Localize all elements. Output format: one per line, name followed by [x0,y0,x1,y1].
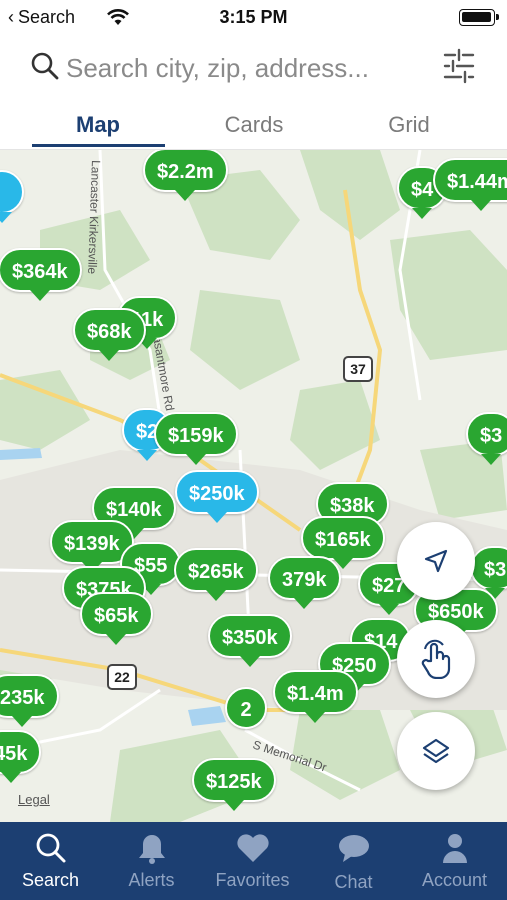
price-pin[interactable]: $350k [208,614,292,667]
route-shield-22: 22 [107,664,137,690]
price-pin[interactable]: $125k [192,758,276,811]
heart-icon [236,834,269,862]
nav-search-label: Search [21,870,80,890]
nav-account[interactable]: Account [404,822,505,900]
price-pin[interactable]: $65k [80,592,153,645]
nav-search[interactable]: Search [0,822,101,900]
hand-pointer-icon [421,639,451,679]
tab-grid[interactable]: Grid [343,112,475,138]
price-pin[interactable]: $1.44m [433,158,507,211]
search-icon [36,833,65,863]
bottom-navigation: Search Alerts Favorites Chat Account [0,822,507,900]
chat-icon [338,835,369,862]
clock: 3:15 PM [219,7,288,27]
search-bar [0,36,507,98]
search-input[interactable] [66,48,426,88]
bell-icon [138,835,165,864]
route-shield-37: 37 [343,356,373,382]
battery-icon [459,9,499,26]
tab-map[interactable]: Map [32,112,164,138]
draw-search-button[interactable] [397,620,475,698]
cluster-pin[interactable]: 2 [225,687,267,729]
legal-link[interactable]: Legal [18,792,50,807]
nav-alerts-label: Alerts [128,870,175,890]
tab-cards[interactable]: Cards [188,112,320,138]
nav-alerts[interactable]: Alerts [101,822,202,900]
filter-sliders-icon[interactable] [443,48,475,84]
road-label-lancaster: Lancaster Kirkersville [85,160,103,275]
price-pin[interactable]: $265k [174,548,258,601]
nav-chat-label: Chat [334,872,373,892]
map-view[interactable]: Lancaster Kirkersville Pleasantmore Rd S… [0,150,507,822]
price-pin[interactable]: 235k [0,674,59,727]
map-layers-button[interactable] [397,712,475,790]
nav-favorites[interactable]: Favorites [202,822,303,900]
price-pin[interactable]: $3 [470,546,507,599]
price-pin[interactable]: 379k [268,556,341,609]
price-pin[interactable]: $165k [301,516,385,569]
price-pin[interactable]: $3 [466,412,507,465]
location-arrow-icon [424,549,448,573]
price-pin[interactable]: $1.4m [273,670,358,723]
active-tab-indicator [32,144,165,147]
nav-account-label: Account [421,870,488,890]
price-pin[interactable]: $250k [175,470,259,523]
price-pin[interactable]: $159k [154,412,238,465]
search-icon [31,52,59,80]
price-pin[interactable]: $68k [73,308,146,361]
layers-icon [422,738,450,764]
locate-me-button[interactable] [397,522,475,600]
price-pin[interactable]: $2.2m [143,150,228,201]
price-pin[interactable]: $364k [0,248,82,301]
nav-chat[interactable]: Chat [303,822,404,900]
view-tabs: Map Cards Grid [0,98,507,150]
person-icon [442,834,467,863]
status-bar: ‹ Search 3:15 PM [0,0,507,34]
nav-favorites-label: Favorites [215,870,290,890]
